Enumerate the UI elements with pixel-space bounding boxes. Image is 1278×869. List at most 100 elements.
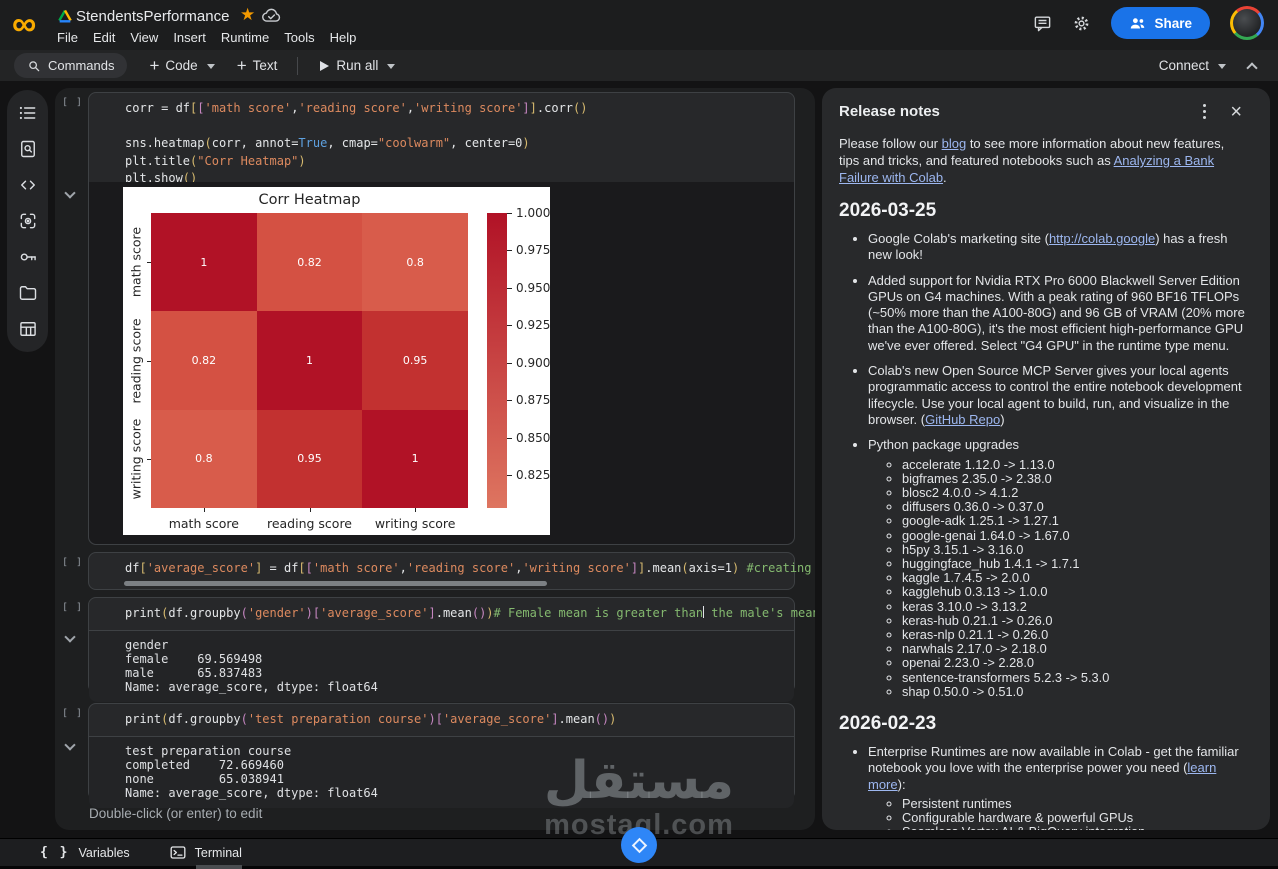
y-tick-label: reading score bbox=[128, 317, 144, 404]
code-line: print(df.groupby('gender')['average_scor… bbox=[125, 606, 815, 620]
collapse-output-icon[interactable] bbox=[64, 739, 76, 751]
code-line: sns.heatmap(corr, annot=True, cmap="cool… bbox=[125, 136, 530, 150]
add-text-button[interactable]: + Text bbox=[237, 56, 278, 76]
release-note-subitem: keras-hub 0.21.1 -> 0.26.0 bbox=[902, 613, 1246, 628]
heatmap-cell: 0.82 bbox=[256, 213, 363, 312]
release-note-subitem: google-adk 1.25.1 -> 1.27.1 bbox=[902, 514, 1246, 528]
code-line: print(df.groupby('test preparation cours… bbox=[125, 712, 617, 726]
cell-run-gutter[interactable]: [ ] bbox=[62, 557, 83, 568]
output-line: Name: average_score, dtype: float64 bbox=[125, 679, 378, 694]
terminal-button[interactable]: Terminal bbox=[170, 846, 242, 860]
terminal-label: Terminal bbox=[194, 845, 242, 860]
star-icon[interactable]: ★ bbox=[240, 5, 255, 25]
add-code-button[interactable]: + Code bbox=[149, 56, 215, 76]
output-line: gender bbox=[125, 637, 169, 652]
release-notes-link[interactable]: blog bbox=[942, 136, 967, 151]
commands-button[interactable]: Commands bbox=[14, 53, 128, 78]
menu-view[interactable]: View bbox=[130, 30, 158, 45]
menu-runtime[interactable]: Runtime bbox=[221, 30, 269, 45]
release-note-item: Enterprise Runtimes are now available in… bbox=[868, 744, 1246, 830]
release-notes-link[interactable]: learn more bbox=[868, 760, 1216, 791]
heatmap-cell: 0.95 bbox=[362, 311, 468, 410]
code-editor[interactable]: df['average_score'] = df[['math score','… bbox=[89, 553, 812, 584]
release-note-subitem: kaggle 1.7.4.5 -> 2.0.0 bbox=[902, 570, 1246, 585]
cell-run-gutter[interactable]: [ ] bbox=[62, 708, 83, 719]
code-snippets-icon[interactable] bbox=[18, 175, 38, 195]
heatmap-cell: 1 bbox=[362, 409, 468, 508]
release-notes-link[interactable]: GitHub Repo bbox=[925, 412, 1000, 427]
code-cell-1[interactable]: corr = df[['math score','reading score',… bbox=[88, 92, 795, 545]
braces-icon: { } bbox=[40, 845, 70, 860]
secrets-key-icon[interactable] bbox=[18, 247, 38, 267]
chevron-down-icon[interactable] bbox=[1218, 64, 1226, 69]
code-cell-2[interactable]: df['average_score'] = df[['math score','… bbox=[88, 552, 812, 590]
markdown-placeholder[interactable]: Double-click (or enter) to edit bbox=[89, 806, 262, 821]
collapse-header-icon[interactable] bbox=[1246, 61, 1258, 74]
menu-insert[interactable]: Insert bbox=[173, 30, 206, 45]
heatmap-cell: 0.8 bbox=[151, 409, 257, 508]
comments-icon[interactable] bbox=[1033, 14, 1052, 33]
variables-label: Variables bbox=[78, 845, 130, 860]
find-replace-icon[interactable] bbox=[18, 139, 38, 159]
colorbar-tick-label: 0.825 bbox=[516, 468, 551, 483]
terminal-icon bbox=[170, 846, 186, 859]
table-of-contents-icon[interactable] bbox=[18, 103, 38, 123]
colab-logo-icon[interactable]: ∞ bbox=[12, 4, 36, 44]
data-table-icon[interactable] bbox=[18, 319, 38, 339]
cell-run-gutter[interactable]: [ ] bbox=[62, 97, 83, 108]
release-notes-sections: 2026-03-25 Google Colab's marketing site … bbox=[839, 200, 1246, 830]
colorbar-tick-label: 0.975 bbox=[516, 243, 551, 258]
menu-tools[interactable]: Tools bbox=[284, 30, 314, 45]
code-editor[interactable]: corr = df[['math score','reading score',… bbox=[89, 93, 794, 194]
code-line: plt.title("Corr Heatmap") bbox=[125, 153, 306, 168]
colorbar-tick-label: 0.875 bbox=[516, 393, 551, 408]
release-note-subitem: Persistent runtimes bbox=[902, 796, 1246, 811]
user-avatar[interactable] bbox=[1230, 6, 1264, 40]
bottom-scrollbar-thumb[interactable] bbox=[196, 865, 242, 869]
code-cell-4[interactable]: print(df.groupby('test preparation cours… bbox=[88, 703, 795, 808]
cell-run-gutter[interactable]: [ ] bbox=[62, 602, 83, 613]
code-editor[interactable]: print(df.groupby('gender')['average_scor… bbox=[89, 598, 815, 630]
close-icon[interactable]: × bbox=[1230, 102, 1242, 122]
horizontal-scrollbar[interactable] bbox=[124, 581, 547, 586]
release-note-subitem: kagglehub 0.3.13 -> 1.0.0 bbox=[902, 585, 1246, 599]
connect-button[interactable]: Connect bbox=[1159, 58, 1226, 73]
colorbar-tick-label: 0.925 bbox=[516, 318, 551, 333]
cloud-saved-icon bbox=[262, 8, 281, 23]
release-note-subitem: bigframes 2.35.0 -> 2.38.0 bbox=[902, 471, 1246, 486]
y-tick-label: writing score bbox=[128, 418, 144, 500]
more-options-icon[interactable] bbox=[1203, 104, 1207, 119]
chevron-down-icon[interactable] bbox=[206, 64, 215, 69]
play-icon bbox=[320, 60, 330, 71]
toolbar-divider bbox=[297, 56, 299, 75]
files-folder-icon[interactable] bbox=[18, 283, 38, 303]
colorbar-tick-label: 0.950 bbox=[516, 280, 551, 295]
chevron-down-icon[interactable] bbox=[387, 64, 396, 69]
release-note-subitem: accelerate 1.12.0 -> 1.13.0 bbox=[902, 457, 1246, 472]
menu-help[interactable]: Help bbox=[330, 30, 357, 45]
run-all-label: Run all bbox=[336, 58, 379, 73]
notebook-title[interactable]: StendentsPerformance bbox=[76, 8, 229, 25]
run-all-button[interactable]: Run all bbox=[320, 58, 396, 73]
panel-title: Release notes bbox=[839, 103, 940, 120]
variables-button[interactable]: { } Variables bbox=[40, 845, 130, 860]
release-note-subitem: Configurable hardware & powerful GPUs bbox=[902, 810, 1246, 825]
app-header: ∞ StendentsPerformance ★ File Edit View … bbox=[0, 0, 1278, 50]
release-notes-link[interactable]: Analyzing a Bank Failure with Colab bbox=[839, 153, 1214, 185]
release-note-item: Colab's new Open Source MCP Server gives… bbox=[868, 363, 1246, 428]
release-note-item: Google Colab's marketing site (http://co… bbox=[868, 231, 1246, 264]
output-line: none 65.038941 bbox=[125, 771, 284, 786]
settings-gear-icon[interactable] bbox=[1072, 14, 1091, 33]
release-notes-link[interactable]: http://colab.google bbox=[1049, 231, 1155, 246]
scan-eye-icon[interactable] bbox=[18, 211, 38, 231]
menu-file[interactable]: File bbox=[57, 30, 78, 45]
release-notes-date: 2026-02-23 bbox=[839, 713, 937, 735]
collapse-output-icon[interactable] bbox=[64, 631, 76, 643]
menu-edit[interactable]: Edit bbox=[93, 30, 115, 45]
y-tick-label: math score bbox=[128, 227, 144, 298]
watermark-badge-icon bbox=[621, 827, 657, 863]
collapse-output-icon[interactable] bbox=[64, 187, 76, 199]
share-button[interactable]: Share bbox=[1111, 7, 1210, 39]
code-cell-3[interactable]: print(df.groupby('gender')['average_scor… bbox=[88, 597, 815, 702]
code-editor[interactable]: print(df.groupby('test preparation cours… bbox=[89, 704, 794, 736]
